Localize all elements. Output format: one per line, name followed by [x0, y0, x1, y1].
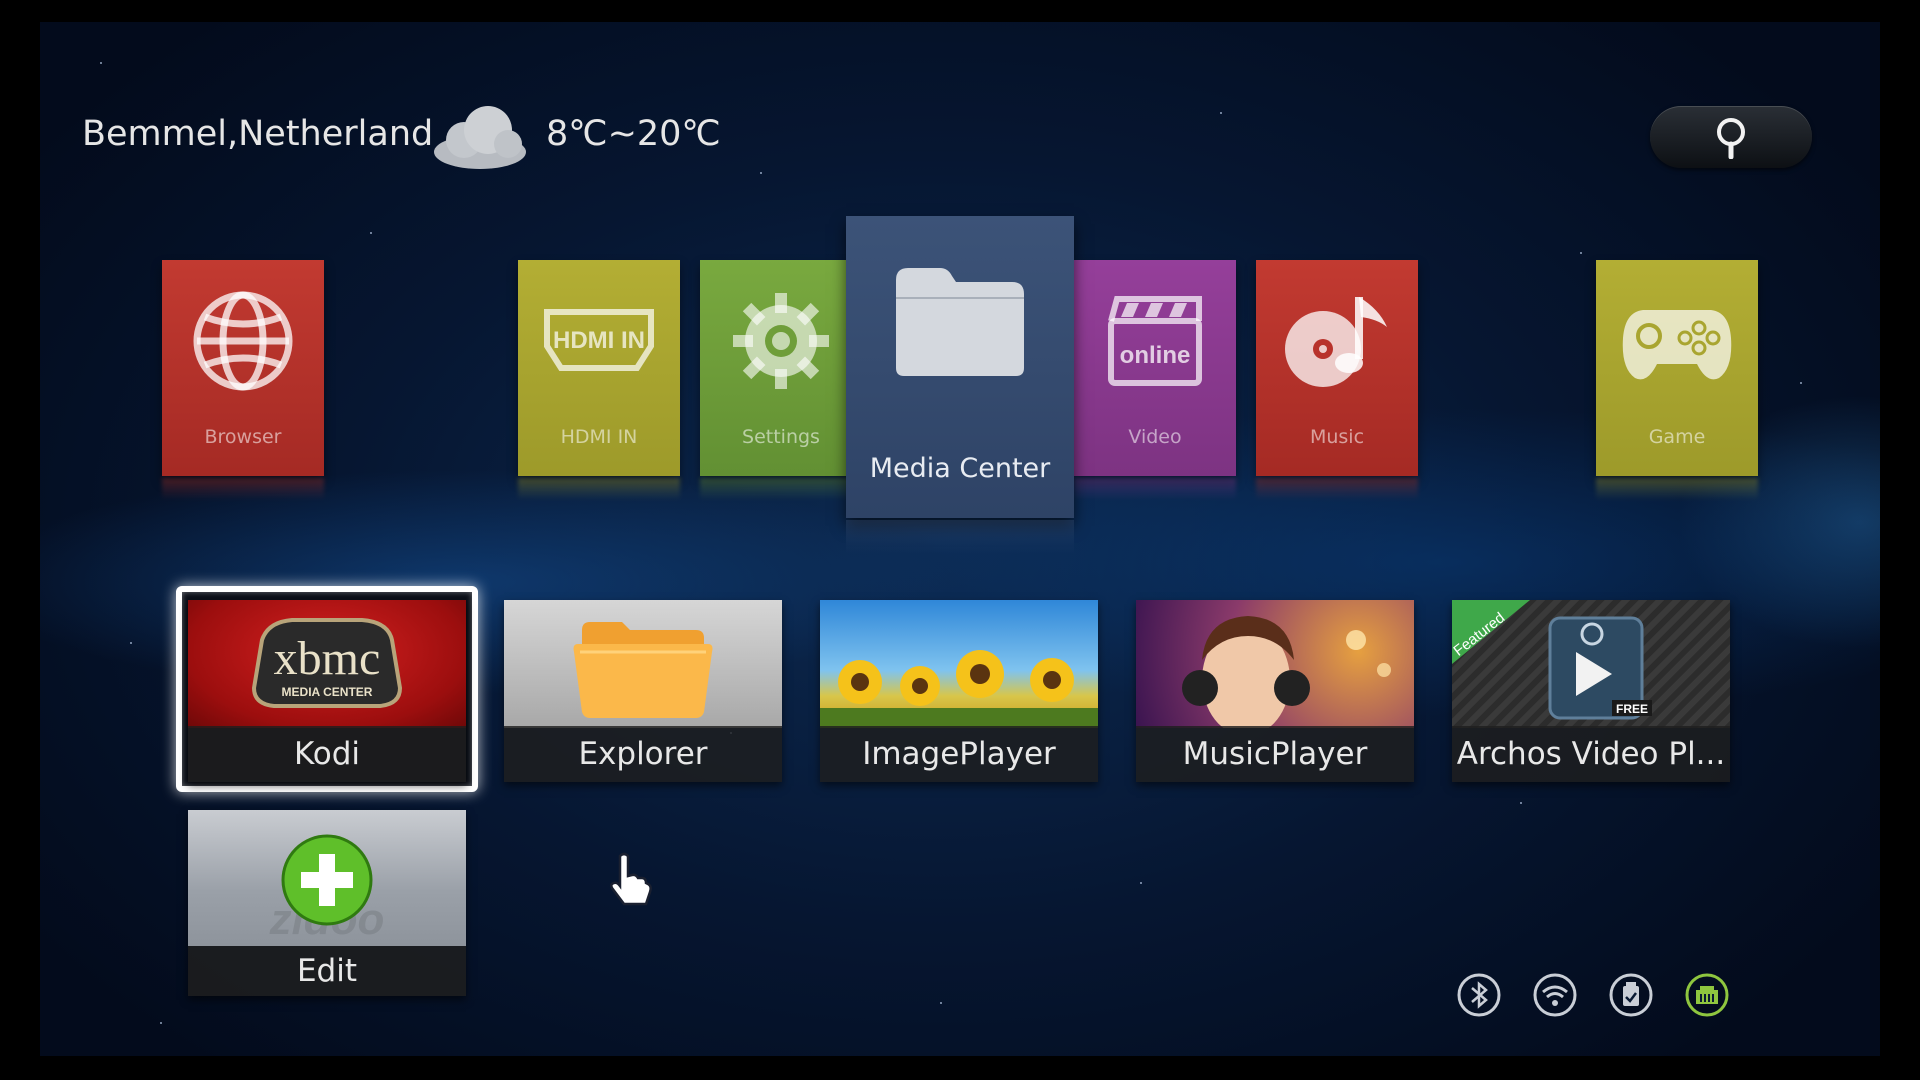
- star: [1800, 382, 1802, 384]
- ethernet-icon[interactable]: [1684, 972, 1730, 1018]
- star: [370, 232, 372, 234]
- tile-game[interactable]: Game: [1596, 260, 1758, 500]
- sunflower-image: [820, 650, 1098, 728]
- tile-reflection: [518, 478, 680, 500]
- tile-label: Media Center: [869, 453, 1051, 484]
- wifi-icon[interactable]: [1532, 972, 1578, 1018]
- tile-reflection: [1596, 478, 1758, 500]
- tile-browser[interactable]: Browser: [162, 260, 324, 500]
- imageplayer-thumbnail: [820, 600, 1098, 728]
- music-disc-icon: [1285, 297, 1387, 387]
- tile-reflection: [700, 478, 862, 500]
- tile-reflection: [1256, 478, 1418, 500]
- listener-image: [1182, 616, 1391, 728]
- app-label: MusicPlayer: [1136, 726, 1414, 782]
- archos-thumbnail: FREE Featured: [1452, 600, 1730, 728]
- kodi-logo-text: xbmc: [274, 632, 381, 685]
- star: [760, 172, 762, 174]
- weather-location: Bemmel,Netherland: [82, 114, 434, 154]
- tile-reflection: [1074, 478, 1236, 500]
- app-archos-video[interactable]: FREE Featured Archos Video Pl...: [1452, 600, 1730, 782]
- xbmc-logo-icon: xbmc MEDIA CENTER: [251, 618, 403, 708]
- tile-label: Video: [1128, 426, 1182, 448]
- search-button[interactable]: [1650, 106, 1812, 168]
- star: [100, 62, 102, 64]
- temperature-range: 8℃~20℃: [546, 114, 721, 154]
- svg-text:HDMI IN: HDMI IN: [553, 327, 645, 354]
- star: [940, 1002, 942, 1004]
- edit-label: Edit: [188, 946, 466, 996]
- tile-label: Game: [1648, 426, 1706, 448]
- svg-text:online: online: [1120, 342, 1191, 369]
- globe-icon: [193, 291, 293, 391]
- star: [1140, 882, 1142, 884]
- app-imageplayer[interactable]: ImagePlayer: [820, 600, 1098, 782]
- tile-reflection: [162, 478, 324, 500]
- cloud-icon: [430, 100, 530, 170]
- tile-settings[interactable]: Settings: [700, 260, 862, 500]
- star: [160, 1022, 162, 1024]
- app-kodi[interactable]: xbmc MEDIA CENTER Kodi: [188, 600, 466, 782]
- bluetooth-icon[interactable]: [1456, 972, 1502, 1018]
- tile-reflection: [846, 520, 1074, 554]
- gear-icon: [733, 293, 829, 389]
- folder-icon: [573, 622, 713, 718]
- star: [1520, 802, 1522, 804]
- search-icon: [1717, 118, 1745, 159]
- tile-hdmi-in[interactable]: HDMI IN HDMI IN: [518, 260, 680, 500]
- launcher-screen: Bemmel,Netherland 8℃~20℃ Browser HDMI IN…: [40, 22, 1880, 1056]
- edit-button[interactable]: zidoo Edit: [188, 810, 466, 996]
- star: [130, 642, 132, 644]
- folder-icon: [846, 260, 1074, 380]
- app-explorer[interactable]: Explorer: [504, 600, 782, 782]
- tile-video[interactable]: online Video: [1074, 260, 1236, 500]
- kodi-logo-subtext: MEDIA CENTER: [282, 685, 373, 699]
- app-musicplayer[interactable]: MusicPlayer: [1136, 600, 1414, 782]
- star: [1220, 112, 1222, 114]
- tile-label: HDMI IN: [560, 426, 638, 448]
- musicplayer-thumbnail: [1136, 600, 1414, 728]
- tile-label: Music: [1309, 426, 1365, 448]
- tile-media-center[interactable]: Media Center: [846, 216, 1074, 554]
- edit-thumbnail: zidoo: [188, 810, 466, 946]
- hand-cursor-icon: [608, 852, 652, 912]
- kodi-thumbnail: xbmc MEDIA CENTER: [188, 600, 466, 728]
- tile-label: Settings: [742, 426, 820, 448]
- explorer-thumbnail: [504, 600, 782, 728]
- app-label: Archos Video Pl...: [1452, 726, 1730, 782]
- play-badge-icon: FREE Featured: [1452, 600, 1652, 720]
- app-label: Explorer: [504, 726, 782, 782]
- online-video-icon: online: [1108, 296, 1202, 386]
- star: [1580, 252, 1582, 254]
- usb-storage-icon[interactable]: [1608, 972, 1654, 1018]
- tile-label: Browser: [204, 426, 282, 448]
- hdmi-icon: HDMI IN: [544, 309, 654, 371]
- gamepad-icon: [1622, 310, 1732, 380]
- app-label: ImagePlayer: [820, 726, 1098, 782]
- free-badge: FREE: [1616, 702, 1648, 716]
- tile-music[interactable]: Music: [1256, 260, 1418, 500]
- app-label: Kodi: [188, 726, 466, 782]
